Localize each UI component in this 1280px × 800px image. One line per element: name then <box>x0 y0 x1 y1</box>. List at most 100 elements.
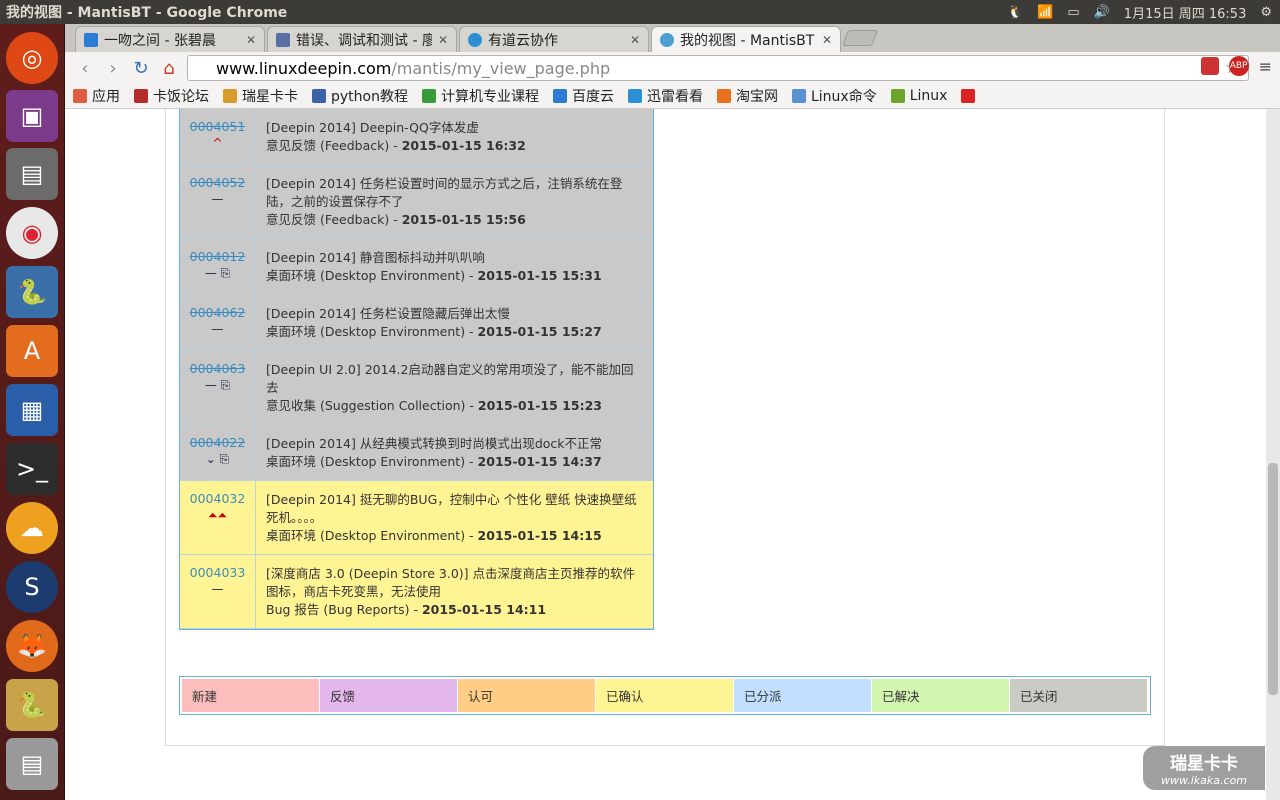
issue-id-cell: 0004052 — <box>180 165 256 238</box>
issue-category: 桌面环境 (Desktop Environment) <box>266 324 466 339</box>
menu-icon[interactable]: ≡ <box>1259 57 1272 76</box>
page-scrollbar[interactable] <box>1266 109 1280 800</box>
issue-id-link[interactable]: 0004062 <box>190 305 246 320</box>
issue-summary-cell: [Deepin 2014] 任务栏设置时间的显示方式之后，注销系统在登陆，之前的… <box>256 165 653 238</box>
writer-icon[interactable]: ▦ <box>6 384 58 436</box>
gear-icon[interactable]: ⚙ <box>1260 5 1272 20</box>
legend-item: 已分派 <box>734 679 872 712</box>
issue-id-link[interactable]: 0004063 <box>190 361 246 376</box>
app-circle-icon[interactable]: S <box>6 561 58 613</box>
issue-category: Bug 报告 (Bug Reports) <box>266 602 410 617</box>
issue-summary-link[interactable]: [Deepin 2014] 挺无聊的BUG，控制中心 个性化 壁纸 快速换壁纸 … <box>266 491 645 527</box>
issue-date: 2015-01-15 14:15 <box>477 528 602 543</box>
scrollbar-thumb[interactable] <box>1268 463 1278 695</box>
battery-icon[interactable]: ▭ <box>1067 5 1079 20</box>
tab-debug[interactable]: 错误、调试和测试 - 廖 ✕ <box>267 26 457 52</box>
qq-tux-icon[interactable]: 🐧 <box>1007 5 1023 20</box>
legend-item: 已关闭 <box>1010 679 1148 712</box>
firefox-icon[interactable]: 🦊 <box>6 620 58 672</box>
youdao-icon <box>468 32 482 47</box>
issue-summary-link[interactable]: [Deepin 2014] 从经典模式转换到时尚模式出现dock不正常 <box>266 435 645 453</box>
bookmark-favicon-icon <box>312 89 326 103</box>
clock[interactable]: 1月15日 周四 16:53 <box>1124 3 1247 22</box>
cloud-app-icon[interactable]: ☁ <box>6 502 58 554</box>
bookmark-favicon-icon[interactable] <box>961 89 976 103</box>
page-content: 0004051 ^ [Deepin 2014] Deepin-QQ字体发虚 意见反馈 … <box>65 109 1266 800</box>
url-host: www.linuxdeepin.com <box>216 58 392 78</box>
issue-category: 桌面环境 (Desktop Environment) <box>266 268 466 283</box>
bookmark-label: 计算机专业课程 <box>440 89 539 105</box>
bookmark-item[interactable]: 瑞星卡卡 <box>223 86 298 106</box>
forward-button[interactable]: › <box>99 54 127 82</box>
tab-strip: 一吻之间 - 张碧晨 ✕ 错误、调试和测试 - 廖 ✕ 有道云协作 ✕ 我的视图… <box>65 24 1280 52</box>
files-icon[interactable]: ▤ <box>6 148 58 200</box>
issue-id-link[interactable]: 0004012 <box>190 249 246 264</box>
address-bar[interactable]: www.linuxdeepin.com/mantis/my_view_page.… <box>187 55 1249 81</box>
bookmark-label: Linux命令 <box>810 89 877 105</box>
tab-mantis[interactable]: 我的视图 - MantisBT ✕ <box>651 26 841 52</box>
software-center-icon[interactable]: A <box>6 325 58 377</box>
extension-icon[interactable] <box>1200 57 1219 75</box>
browser-toolbar: ‹ › ↻ ⌂ www.linuxdeepin.com/mantis/my_vi… <box>65 52 1280 84</box>
bookmark-item[interactable]: Linux <box>890 88 948 104</box>
bookmark-item[interactable]: 迅雷看看 <box>627 86 703 106</box>
issue-id-cell: 0004063 — ⎘ <box>180 351 256 424</box>
priority-icon: ⏶⏶ <box>207 508 228 522</box>
bookmark-item[interactable]: 计算机专业课程 <box>421 86 539 106</box>
issue-date: 2015-01-15 15:23 <box>477 398 602 413</box>
bookmark-favicon-icon <box>627 89 642 103</box>
bookmark-item[interactable]: Linux命令 <box>791 86 877 106</box>
terminal-icon[interactable]: >_ <box>6 443 58 495</box>
issue-id-link[interactable]: 0004022 <box>190 435 246 450</box>
issue-id-link[interactable]: 0004032 <box>190 491 246 506</box>
issue-summary-link[interactable]: [Deepin 2014] 静音图标抖动并叭叭响 <box>266 249 645 267</box>
adblock-icon[interactable]: ABP <box>1228 56 1249 76</box>
close-icon[interactable]: ✕ <box>438 33 448 47</box>
close-icon[interactable]: ✕ <box>246 33 256 47</box>
bookmark-item[interactable]: 淘宝网 <box>716 86 778 106</box>
chrome-icon[interactable]: ◉ <box>6 207 58 259</box>
bookmark-item[interactable]: python教程 <box>312 86 408 106</box>
close-icon[interactable]: ✕ <box>630 33 640 47</box>
issue-summary-link[interactable]: [Deepin UI 2.0] 2014.2启动器自定义的常用项没了，能不能加回… <box>266 361 645 397</box>
back-button[interactable]: ‹ <box>71 54 99 82</box>
dash-home-icon[interactable]: ◎ <box>6 32 58 84</box>
bookmark-label: 瑞星卡卡 <box>242 89 298 105</box>
bookmark-item[interactable]: 百度云 <box>552 86 614 106</box>
python-editor-icon[interactable]: 🐍 <box>6 679 58 731</box>
python-icon[interactable]: 🐍 <box>6 266 58 318</box>
issue-id-link[interactable]: 0004052 <box>190 175 246 190</box>
tab-youdao[interactable]: 有道云协作 ✕ <box>459 26 649 52</box>
issue-summary-cell: [Deepin 2014] Deepin-QQ字体发虚 意见反馈 (Feedbac… <box>256 109 653 164</box>
issue-id-cell: 0004062 — <box>180 295 256 350</box>
bookmark-favicon-icon <box>552 89 567 103</box>
issue-summary-link[interactable]: [Deepin 2014] Deepin-QQ字体发虚 <box>266 119 645 137</box>
bookmark-favicon-icon <box>716 89 731 103</box>
issue-summary-link[interactable]: [深度商店 3.0 (Deepin Store 3.0)] 点击深度商店主页推荐… <box>266 565 645 601</box>
bookmark-label: python教程 <box>331 89 408 105</box>
legend-item: 反馈 <box>320 679 458 712</box>
issue-summary-cell: [Deepin 2014] 挺无聊的BUG，控制中心 个性化 壁纸 快速换壁纸 … <box>256 481 653 554</box>
issue-id-link[interactable]: 0004051 <box>190 119 246 134</box>
trash-stack-icon[interactable]: ▤ <box>6 738 58 790</box>
issue-summary-link[interactable]: [Deepin 2014] 任务栏设置时间的显示方式之后，注销系统在登陆，之前的… <box>266 175 645 211</box>
bookmark-item[interactable]: 应用 <box>73 86 120 106</box>
issue-summary-link[interactable]: [Deepin 2014] 任务栏设置隐藏后弹出太慢 <box>266 305 645 323</box>
tab-music[interactable]: 一吻之间 - 张碧晨 ✕ <box>75 26 265 52</box>
new-tab-button[interactable] <box>842 30 878 46</box>
bookmark-favicon-icon <box>421 89 436 103</box>
issues-table: 0004051 ^ [Deepin 2014] Deepin-QQ字体发虚 意见反馈 … <box>179 109 654 630</box>
issue-summary-cell: [Deepin UI 2.0] 2014.2启动器自定义的常用项没了，能不能加回… <box>256 351 653 424</box>
wifi-icon[interactable]: 📶 <box>1037 5 1053 20</box>
issue-category: 意见反馈 (Feedback) <box>266 138 390 153</box>
home-button[interactable]: ⌂ <box>155 54 183 82</box>
bookmark-label: 迅雷看看 <box>646 89 703 105</box>
mantis-icon <box>660 32 674 47</box>
workspace-switcher-icon[interactable]: ▣ <box>6 90 58 142</box>
bookmark-item[interactable]: 卡饭论坛 <box>134 86 209 106</box>
issue-id-link[interactable]: 0004033 <box>190 565 246 580</box>
bookmark-label: Linux <box>909 88 948 104</box>
close-icon[interactable]: ✕ <box>822 33 832 47</box>
volume-icon[interactable]: 🔊 <box>1094 5 1110 20</box>
reload-button[interactable]: ↻ <box>127 54 155 82</box>
